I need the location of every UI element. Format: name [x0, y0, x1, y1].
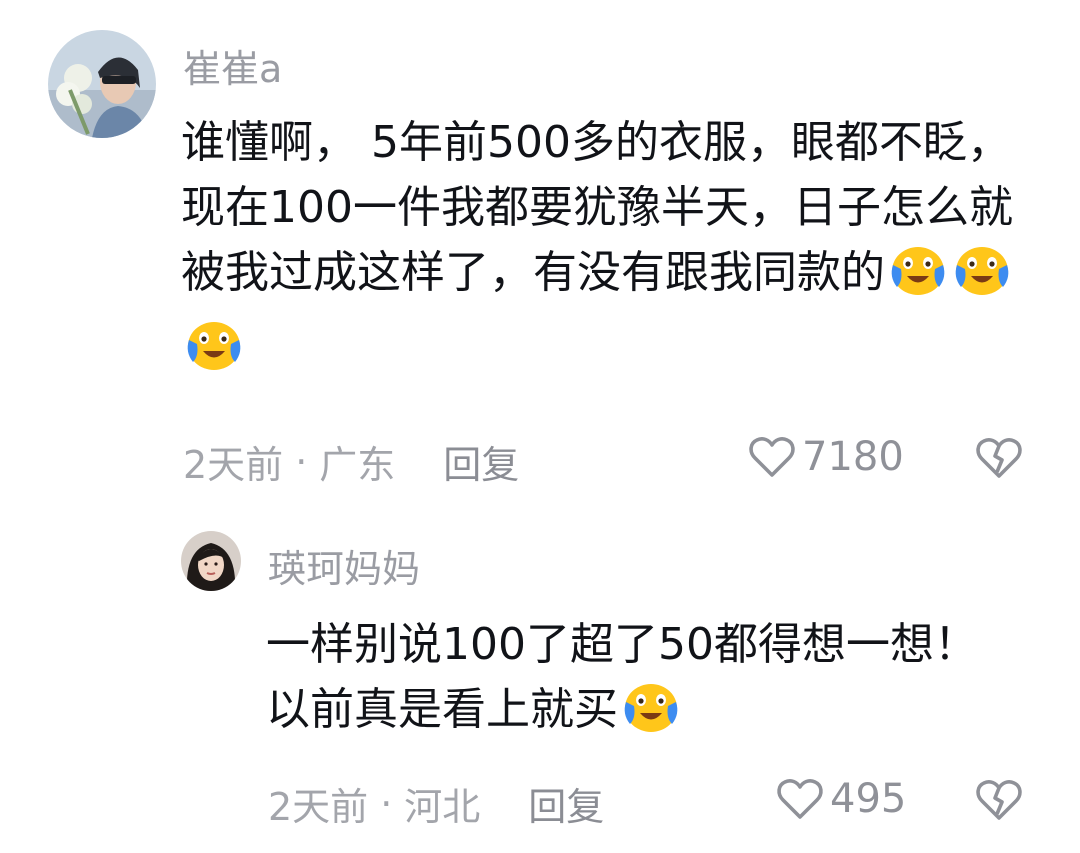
- comment-meta: 2天前 · 广东 回复: [183, 434, 519, 489]
- reply-button[interactable]: 回复: [443, 434, 519, 489]
- crying-laughing-emoji: [620, 680, 682, 752]
- comment-meta: 2天前 · 河北 回复: [268, 776, 604, 831]
- meta-separator: ·: [380, 781, 393, 826]
- dislike-button[interactable]: [975, 436, 1023, 480]
- comment-location: 广东: [319, 443, 396, 487]
- broken-heart-icon: [976, 780, 1022, 820]
- comment-text: 一样别说100了超了50都得想一想！以前真是看上就买: [266, 612, 986, 752]
- comment-2: 瑛珂妈妈 一样别说100了超了50都得想一想！以前真是看上就买 2天前 · 河北…: [0, 510, 1080, 850]
- crying-laughing-emoji: [183, 318, 245, 390]
- avatar[interactable]: [48, 30, 156, 138]
- comment-1: 崔崔a 谁懂啊， 5年前500多的衣服，眼都不眨，现在100一件我都要犹豫半天，…: [0, 0, 1080, 500]
- comment-location: 河北: [404, 785, 481, 829]
- heart-outline-icon: [777, 779, 823, 819]
- dislike-button[interactable]: [975, 778, 1023, 822]
- comment-text: 谁懂啊， 5年前500多的衣服，眼都不眨，现在100一件我都要犹豫半天，日子怎么…: [181, 110, 1037, 390]
- like-count: 495: [830, 776, 907, 822]
- meta-separator: ·: [295, 439, 308, 484]
- crying-laughing-emoji: [887, 243, 949, 315]
- avatar[interactable]: [181, 531, 241, 591]
- reply-button[interactable]: 回复: [528, 776, 604, 831]
- avatar-image: [48, 30, 156, 138]
- comment-time: 2天前: [268, 785, 369, 829]
- like-button[interactable]: 495: [776, 776, 906, 822]
- broken-heart-icon: [976, 438, 1022, 478]
- username[interactable]: 崔崔a: [183, 38, 282, 93]
- comment-time: 2天前: [183, 443, 284, 487]
- like-button[interactable]: 7180: [748, 434, 904, 480]
- like-count: 7180: [802, 434, 904, 480]
- username[interactable]: 瑛珂妈妈: [268, 538, 420, 593]
- crying-laughing-emoji: [951, 243, 1013, 315]
- heart-outline-icon: [749, 437, 795, 477]
- avatar-image: [181, 531, 241, 591]
